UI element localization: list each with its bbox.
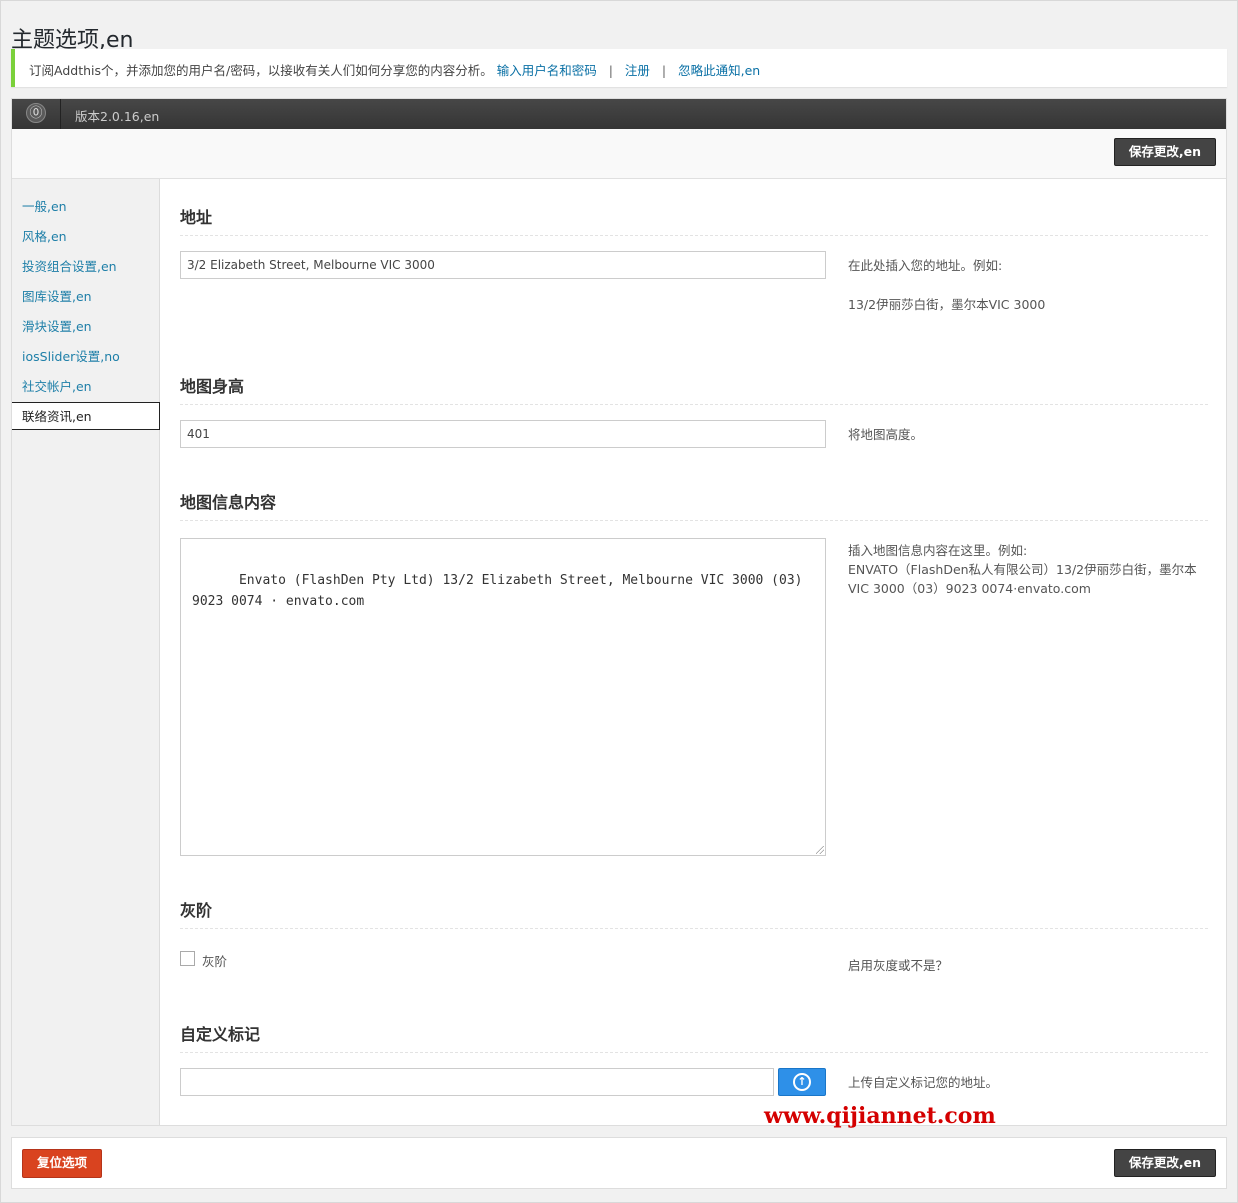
notice-text: 订阅Addthis个，并添加您的用户名/密码，以接收有关人们如何分享您的内容分析… [29,63,493,78]
section-divider [180,520,1208,521]
version-label: 版本2.0.16,en [75,109,160,124]
custom-marker-input[interactable] [180,1068,774,1096]
address-input[interactable] [180,251,826,279]
theme-logo-icon: ⓪ [26,103,46,123]
sidebar-item-style[interactable]: 风格,en [12,223,159,251]
upload-button[interactable]: ↑ [778,1068,826,1096]
sidebar-item-social[interactable]: 社交帐户,en [12,373,159,401]
custom-marker-desc: 上传自定义标记您的地址。 [848,1075,999,1090]
map-info-example: ENVATO（FlashDen私人有限公司）13/2伊丽莎白街，墨尔本VIC 3… [848,562,1197,596]
sidebar-item-portfolio[interactable]: 投资组合设置,en [12,253,159,281]
address-example: 13/2伊丽莎白街，墨尔本VIC 3000 [848,297,1046,312]
section-title-map-info: 地图信息内容 [180,493,277,512]
sidebar-item-gallery[interactable]: 图库设置,en [12,283,159,311]
address-desc: 在此处插入您的地址。例如: [848,258,1003,273]
reset-options-button[interactable]: 复位选项 [22,1149,103,1178]
save-button-top[interactable]: 保存更改,en [1113,138,1216,166]
sidebar-item-iosslider[interactable]: iosSlider设置,no [12,343,159,371]
watermark-text: www.qijiannet.com [764,1103,996,1129]
section-divider [180,404,1208,405]
resize-grip-icon[interactable] [816,846,824,854]
notice-separator: | [608,63,613,78]
upload-arrow-icon: ↑ [793,1073,811,1091]
grayscale-checkbox-label[interactable]: 灰阶 [202,951,227,970]
options-topbar: ⓪ 版本2.0.16,en [12,99,1226,130]
options-footer: 复位选项 保存更改,en [11,1137,1227,1189]
map-height-desc: 将地图高度。 [848,427,924,442]
notice-link-dismiss[interactable]: 忽略此通知,en [678,63,760,78]
map-height-input[interactable] [180,420,826,448]
map-info-textarea[interactable]: Envato (FlashDen Pty Ltd) 13/2 Elizabeth… [180,538,826,856]
sidebar-item-general[interactable]: 一般,en [12,193,159,221]
map-info-desc: 插入地图信息内容在这里。例如: [848,543,1028,558]
notice-link-register[interactable]: 注册 [625,63,650,78]
notice-separator: | [661,63,667,78]
options-sidebar: 一般,en 风格,en 投资组合设置,en 图库设置,en 滑块设置,en io… [12,179,160,1125]
options-header: 保存更改,en [12,129,1226,179]
addthis-notice: 订阅Addthis个，并添加您的用户名/密码，以接收有关人们如何分享您的内容分析… [11,49,1227,87]
section-title-grayscale: 灰阶 [180,901,213,920]
section-title-custom-marker: 自定义标记 [180,1025,261,1044]
options-panel: ⓪ 版本2.0.16,en 保存更改,en 一般,en 风格,en 投资组合设置… [11,98,1227,1126]
section-divider [180,1052,1208,1053]
sidebar-item-slider[interactable]: 滑块设置,en [12,313,159,341]
topbar-divider [60,99,61,129]
section-divider [180,928,1208,929]
map-info-text: Envato (FlashDen Pty Ltd) 13/2 Elizabeth… [192,573,811,609]
section-divider [180,235,1208,236]
section-title-address: 地址 [180,208,213,227]
section-title-map-height: 地图身高 [180,377,245,396]
save-button-bottom[interactable]: 保存更改,en [1113,1149,1216,1177]
grayscale-desc: 启用灰度或不是？ [848,958,949,973]
notice-link-login[interactable]: 输入用户名和密码 [497,63,597,78]
grayscale-checkbox[interactable] [180,951,195,966]
sidebar-item-contact[interactable]: 联络资讯,en [12,402,160,430]
